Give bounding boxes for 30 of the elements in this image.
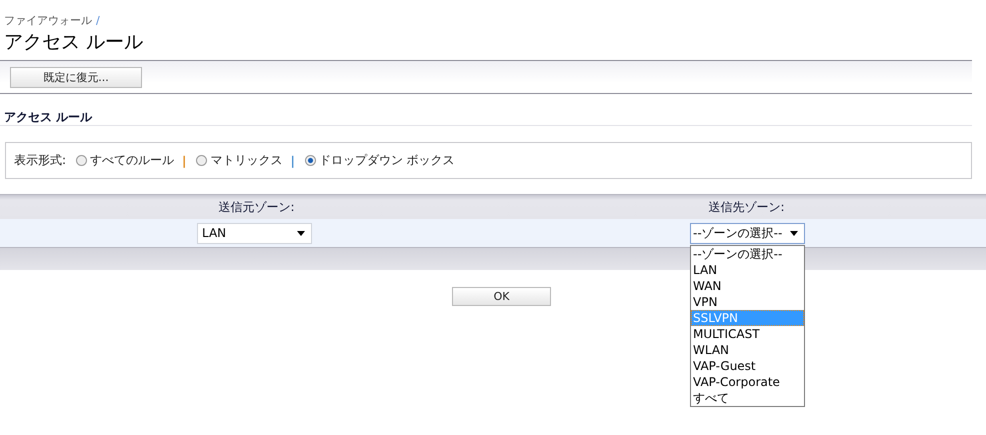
page-title: アクセス ルール bbox=[3, 30, 144, 53]
dropdown-option[interactable]: VAP-Guest bbox=[691, 358, 804, 374]
view-format-option[interactable]: マトリックス bbox=[196, 152, 282, 169]
source-zone-select[interactable]: LAN bbox=[197, 222, 312, 244]
dropdown-option[interactable]: VPN bbox=[691, 294, 804, 310]
dropdown-arrow-icon bbox=[790, 230, 798, 236]
destination-zone-label: 送信先ゾーン: bbox=[708, 198, 785, 216]
dropdown-option[interactable]: LAN bbox=[691, 262, 804, 278]
view-format-option[interactable]: すべてのルール bbox=[76, 152, 174, 169]
dropdown-option[interactable]: MULTICAST bbox=[691, 326, 804, 342]
dropdown-option[interactable]: すべて bbox=[691, 390, 804, 406]
separator-label: | bbox=[290, 154, 295, 168]
restore-defaults-button[interactable]: 既定に復元... bbox=[10, 67, 142, 88]
dropdown-option[interactable]: --ゾーンの選択-- bbox=[691, 246, 804, 262]
radio-button[interactable] bbox=[304, 155, 316, 166]
section-title: アクセス ルール bbox=[0, 109, 972, 126]
radio-button[interactable] bbox=[196, 155, 208, 166]
radio-button[interactable] bbox=[76, 155, 88, 166]
ok-button[interactable]: OK bbox=[452, 287, 551, 306]
breadcrumb-link[interactable]: ファイアウォール bbox=[4, 14, 92, 27]
dropdown-option[interactable]: WLAN bbox=[691, 342, 804, 358]
dropdown-option[interactable]: WAN bbox=[691, 278, 804, 294]
destination-zone-select[interactable]: --ゾーンの選択-- bbox=[690, 222, 805, 244]
separator-label: | bbox=[182, 154, 186, 168]
view-format-label: 表示形式: bbox=[14, 152, 66, 169]
source-zone-label: 送信元ゾーン: bbox=[218, 198, 295, 216]
view-format-option[interactable]: ドロップダウン ボックス bbox=[304, 152, 455, 169]
breadcrumb-separator: / bbox=[96, 14, 100, 27]
dropdown-option[interactable]: VAP-Corporate bbox=[691, 374, 804, 390]
dropdown-arrow-icon bbox=[297, 230, 305, 236]
